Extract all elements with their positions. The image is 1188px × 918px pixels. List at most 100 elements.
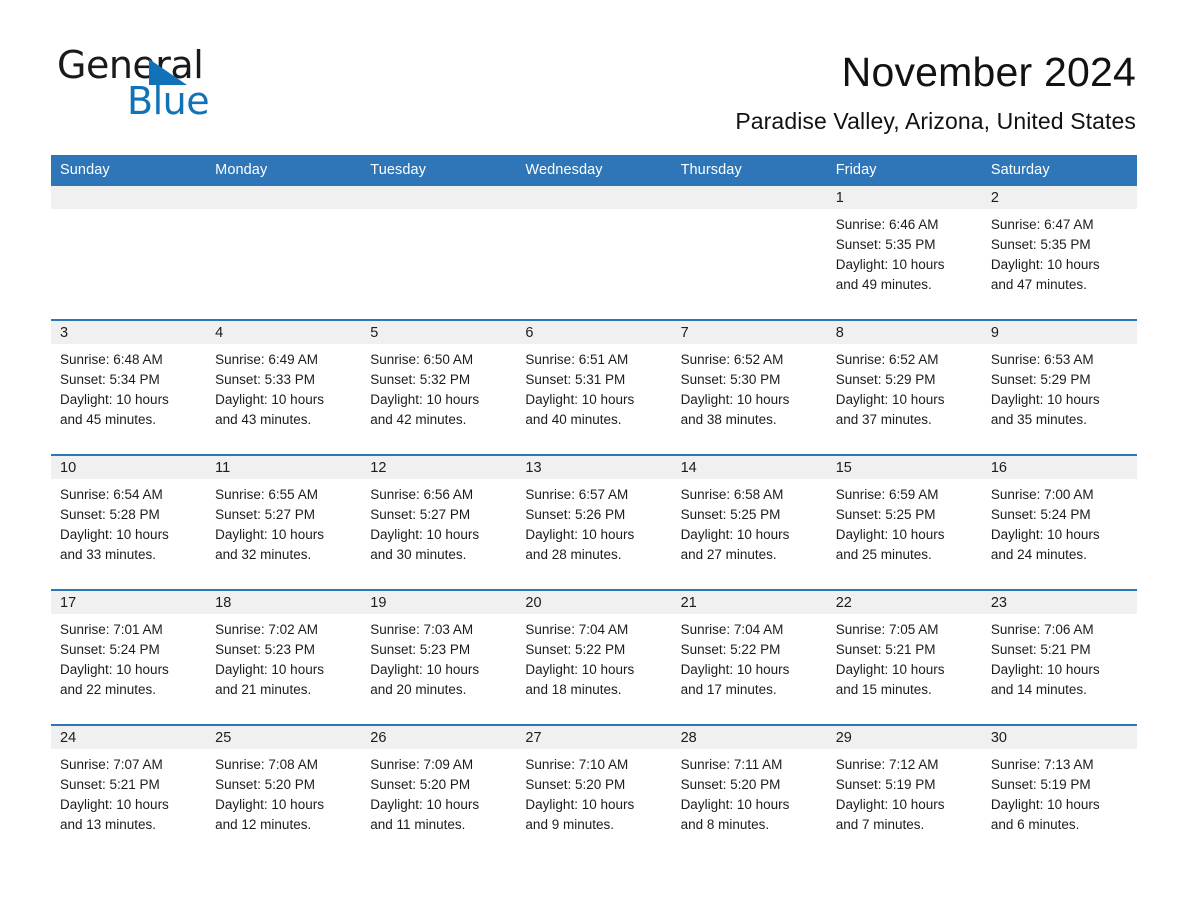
day-number: 30: [981, 725, 1137, 749]
sunset-text: Sunset: 5:19 PM: [835, 777, 936, 793]
calendar-day-cell[interactable]: 30 Sunrise: 7:13 AM Sunset: 5:19 PM Dayligh…: [981, 725, 1137, 859]
sunrise-text: Sunrise: 6:51 AM: [525, 351, 629, 367]
day-details: Sunrise: 6:51 AM Sunset: 5:31 PM Daylight:…: [516, 344, 671, 430]
calendar-day-cell[interactable]: 21 Sunrise: 7:04 AM Sunset: 5:22 PM Dayligh…: [671, 590, 827, 724]
weekday-header-saturday: Saturday: [981, 154, 1137, 186]
calendar-day-cell[interactable]: 7 Sunrise: 6:52 AM Sunset: 5:30 PM Daylight…: [671, 320, 827, 454]
day-number: 1: [826, 185, 982, 209]
day-number: 4: [206, 320, 362, 344]
day-details: Sunrise: 7:11 AM Sunset: 5:20 PM Daylight:…: [672, 749, 827, 835]
day-details: Sunrise: 6:46 AM Sunset: 5:35 PM Daylight:…: [827, 209, 982, 295]
daylight-text-line1: Daylight: 10 hours: [370, 527, 480, 543]
daylight-text-line1: Daylight: 10 hours: [835, 527, 945, 543]
daylight-text-line1: Daylight: 10 hours: [60, 392, 169, 408]
sunset-text: Sunset: 5:23 PM: [215, 642, 315, 658]
calendar-day-cell[interactable]: 2 Sunrise: 6:47 AM Sunset: 5:35 PM Daylight…: [981, 185, 1137, 319]
calendar-day-cell[interactable]: 3 Sunrise: 6:48 AM Sunset: 5:34 PM Daylight…: [51, 320, 207, 454]
sunrise-text: Sunrise: 6:46 AM: [835, 216, 939, 232]
calendar-day-cell[interactable]: 9 Sunrise: 6:53 AM Sunset: 5:29 PM Daylight…: [981, 320, 1137, 454]
calendar-week-row: 10 Sunrise: 6:54 AM Sunset: 5:28 PM Dayligh…: [51, 453, 1137, 590]
day-number: 18: [206, 590, 362, 614]
calendar-day-cell[interactable]: 20 Sunrise: 7:04 AM Sunset: 5:22 PM Dayligh…: [516, 590, 672, 724]
sunset-text: Sunset: 5:30 PM: [680, 372, 781, 388]
calendar-day-cell[interactable]: 23 Sunrise: 7:06 AM Sunset: 5:21 PM Dayligh…: [981, 590, 1137, 724]
daylight-text-line2: and 8 minutes.: [680, 817, 770, 833]
calendar-day-cell[interactable]: 27 Sunrise: 7:10 AM Sunset: 5:20 PM Dayligh…: [516, 725, 672, 859]
calendar-day-cell[interactable]: 29 Sunrise: 7:12 AM Sunset: 5:19 PM Dayligh…: [826, 725, 982, 859]
day-details: Sunrise: 7:13 AM Sunset: 5:19 PM Daylight:…: [982, 749, 1137, 835]
calendar-day-cell[interactable]: 24 Sunrise: 7:07 AM Sunset: 5:21 PM Dayligh…: [51, 725, 207, 859]
daylight-text-line1: Daylight: 10 hours: [215, 392, 324, 408]
sunrise-text: Sunrise: 7:13 AM: [990, 756, 1094, 772]
sunset-text: Sunset: 5:21 PM: [990, 642, 1091, 658]
calendar-day-cell[interactable]: 5 Sunrise: 6:50 AM Sunset: 5:32 PM Daylight…: [361, 320, 517, 454]
calendar-day-cell[interactable]: 19 Sunrise: 7:03 AM Sunset: 5:23 PM Dayligh…: [361, 590, 517, 724]
calendar-day-cell[interactable]: 1 Sunrise: 6:46 AM Sunset: 5:35 PM Daylight…: [826, 185, 982, 319]
daylight-text-line2: and 35 minutes.: [990, 412, 1087, 428]
calendar-week-row: 3 Sunrise: 6:48 AM Sunset: 5:34 PM Daylight…: [51, 318, 1137, 455]
daylight-text-line1: Daylight: 10 hours: [680, 662, 790, 678]
sunrise-text: Sunrise: 6:59 AM: [835, 486, 939, 502]
calendar-day-cell[interactable]: 28 Sunrise: 7:11 AM Sunset: 5:20 PM Dayligh…: [671, 725, 827, 859]
calendar-day-cell-empty: [51, 185, 207, 319]
calendar-day-cell[interactable]: 13 Sunrise: 6:57 AM Sunset: 5:26 PM Dayligh…: [516, 455, 672, 589]
sunset-text: Sunset: 5:27 PM: [215, 507, 315, 523]
daylight-text-line1: Daylight: 10 hours: [215, 527, 324, 543]
calendar-day-cell[interactable]: 12 Sunrise: 6:56 AM Sunset: 5:27 PM Dayligh…: [361, 455, 517, 589]
day-number: 25: [206, 725, 362, 749]
day-details: Sunrise: 7:08 AM Sunset: 5:20 PM Daylight:…: [206, 749, 361, 835]
day-details: Sunrise: 6:55 AM Sunset: 5:27 PM Daylight:…: [206, 479, 361, 565]
daylight-text-line2: and 32 minutes.: [215, 547, 312, 563]
sunset-text: Sunset: 5:33 PM: [215, 372, 315, 388]
calendar-header-row: Sunday Monday Tuesday Wednesday Thursday…: [51, 154, 1137, 186]
day-number: 11: [206, 455, 362, 479]
sunset-text: Sunset: 5:35 PM: [990, 237, 1091, 253]
day-number: 16: [981, 455, 1137, 479]
sunrise-text: Sunrise: 6:57 AM: [525, 486, 629, 502]
calendar-day-cell[interactable]: 16 Sunrise: 7:00 AM Sunset: 5:24 PM Dayligh…: [981, 455, 1137, 589]
daylight-text-line1: Daylight: 10 hours: [680, 527, 790, 543]
calendar-day-cell[interactable]: 17 Sunrise: 7:01 AM Sunset: 5:24 PM Dayligh…: [51, 590, 207, 724]
day-details: Sunrise: 7:02 AM Sunset: 5:23 PM Daylight:…: [206, 614, 361, 700]
calendar-day-cell[interactable]: 22 Sunrise: 7:05 AM Sunset: 5:21 PM Dayligh…: [826, 590, 982, 724]
sunrise-text: Sunrise: 7:05 AM: [835, 621, 939, 637]
day-number: 2: [981, 185, 1137, 209]
daylight-text-line2: and 18 minutes.: [525, 682, 622, 698]
calendar-day-cell[interactable]: 14 Sunrise: 6:58 AM Sunset: 5:25 PM Dayligh…: [671, 455, 827, 589]
day-number: 3: [51, 320, 207, 344]
daylight-text-line1: Daylight: 10 hours: [215, 662, 324, 678]
day-number: 22: [826, 590, 982, 614]
daylight-text-line1: Daylight: 10 hours: [835, 662, 945, 678]
weekday-header-monday: Monday: [206, 154, 362, 186]
day-number: [671, 185, 827, 209]
day-details: Sunrise: 6:53 AM Sunset: 5:29 PM Daylight:…: [982, 344, 1137, 430]
day-details: Sunrise: 6:54 AM Sunset: 5:28 PM Daylight:…: [51, 479, 206, 565]
calendar-day-cell[interactable]: 11 Sunrise: 6:55 AM Sunset: 5:27 PM Dayligh…: [206, 455, 362, 589]
calendar-day-cell[interactable]: 26 Sunrise: 7:09 AM Sunset: 5:20 PM Dayligh…: [361, 725, 517, 859]
weekday-header-tuesday: Tuesday: [361, 154, 517, 186]
daylight-text-line2: and 6 minutes.: [990, 817, 1080, 833]
calendar-day-cell[interactable]: 8 Sunrise: 6:52 AM Sunset: 5:29 PM Daylight…: [826, 320, 982, 454]
calendar-day-cell[interactable]: 6 Sunrise: 6:51 AM Sunset: 5:31 PM Daylight…: [516, 320, 672, 454]
daylight-text-line1: Daylight: 10 hours: [525, 392, 635, 408]
day-details: Sunrise: 7:01 AM Sunset: 5:24 PM Daylight:…: [51, 614, 206, 700]
sunrise-text: Sunrise: 7:12 AM: [835, 756, 939, 772]
daylight-text-line1: Daylight: 10 hours: [60, 527, 169, 543]
generalblue-logo[interactable]: General Blue: [57, 46, 287, 126]
calendar-day-cell[interactable]: 4 Sunrise: 6:49 AM Sunset: 5:33 PM Daylight…: [206, 320, 362, 454]
day-number: 9: [981, 320, 1137, 344]
calendar-day-cell[interactable]: 10 Sunrise: 6:54 AM Sunset: 5:28 PM Dayligh…: [51, 455, 207, 589]
sunrise-text: Sunrise: 7:03 AM: [370, 621, 474, 637]
day-details: Sunrise: 7:10 AM Sunset: 5:20 PM Daylight:…: [516, 749, 671, 835]
calendar-day-cell[interactable]: 18 Sunrise: 7:02 AM Sunset: 5:23 PM Dayligh…: [206, 590, 362, 724]
daylight-text-line1: Daylight: 10 hours: [60, 662, 169, 678]
sunset-text: Sunset: 5:25 PM: [835, 507, 936, 523]
sunrise-text: Sunrise: 7:02 AM: [215, 621, 318, 637]
daylight-text-line2: and 20 minutes.: [370, 682, 467, 698]
calendar-day-cell[interactable]: 25 Sunrise: 7:08 AM Sunset: 5:20 PM Dayligh…: [206, 725, 362, 859]
day-number: [51, 185, 207, 209]
daylight-text-line1: Daylight: 10 hours: [990, 527, 1100, 543]
daylight-text-line2: and 27 minutes.: [680, 547, 777, 563]
day-details: Sunrise: 7:00 AM Sunset: 5:24 PM Daylight:…: [982, 479, 1137, 565]
calendar-day-cell[interactable]: 15 Sunrise: 6:59 AM Sunset: 5:25 PM Dayligh…: [826, 455, 982, 589]
